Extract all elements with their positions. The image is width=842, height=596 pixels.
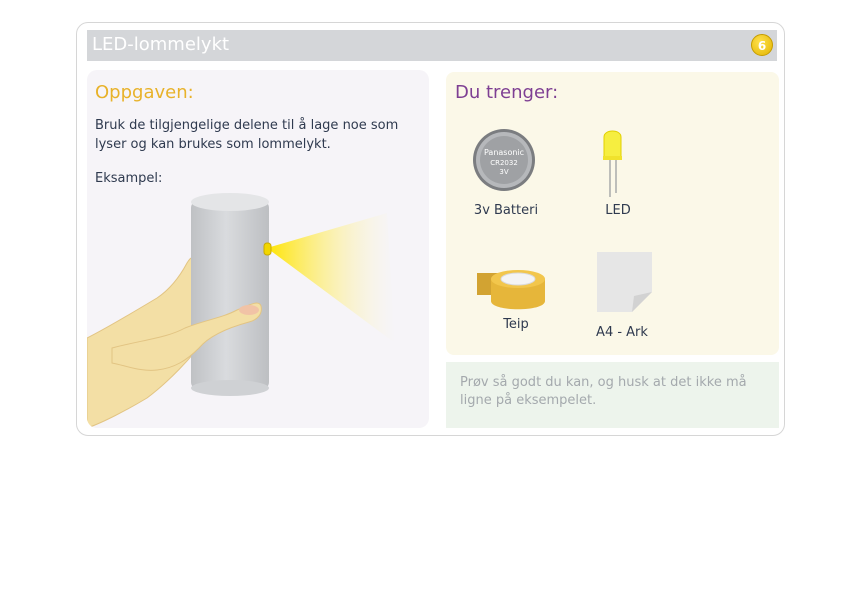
activity-card: LED-lommelykt 6 Oppgaven: Bruk de tilgje… — [76, 22, 785, 436]
card-title: LED-lommelykt — [92, 34, 230, 55]
led-icon — [603, 130, 622, 199]
material-item-paper: A4 - Ark — [582, 250, 662, 350]
materials-panel: Du trenger: Panasonic CR2032 3V 3v Batte… — [446, 72, 779, 355]
material-item-battery: Panasonic CR2032 3V 3v Batteri — [466, 127, 546, 227]
tip-text: Prøv så godt du kan, og husk at det ikke… — [460, 375, 747, 408]
material-label-led: LED — [605, 203, 631, 218]
paper-sheet-icon — [597, 252, 652, 312]
coin-battery-icon: Panasonic CR2032 3V — [473, 129, 535, 191]
battery-voltage-text: 3V — [499, 168, 508, 176]
tape-roll-icon — [477, 270, 545, 310]
light-beam — [267, 213, 395, 343]
flashlight-example-illustration — [87, 193, 395, 428]
task-panel: Oppgaven: Bruk de tilgjengelige delene t… — [87, 70, 429, 428]
tip-box: Prøv så godt du kan, og husk at det ikke… — [446, 362, 779, 428]
flashlight-led — [263, 242, 272, 256]
flashlight-tube — [191, 193, 269, 396]
step-number-badge: 6 — [751, 34, 773, 56]
task-description: Bruk de tilgjengelige delene til å lage … — [95, 118, 399, 152]
battery-model-text: CR2032 — [490, 159, 518, 167]
title-bar: LED-lommelykt 6 — [87, 30, 777, 61]
material-label-paper: A4 - Ark — [596, 325, 648, 340]
material-label-battery: 3v Batteri — [473, 203, 539, 218]
example-label: Eksampel: — [95, 171, 163, 186]
battery-brand-text: Panasonic — [484, 148, 524, 157]
task-heading: Oppgaven: — [95, 82, 194, 103]
material-label-tape: Teip — [503, 317, 529, 332]
materials-heading: Du trenger: — [455, 82, 559, 103]
material-item-tape: Teip — [471, 257, 561, 352]
material-item-led: LED — [578, 127, 658, 227]
